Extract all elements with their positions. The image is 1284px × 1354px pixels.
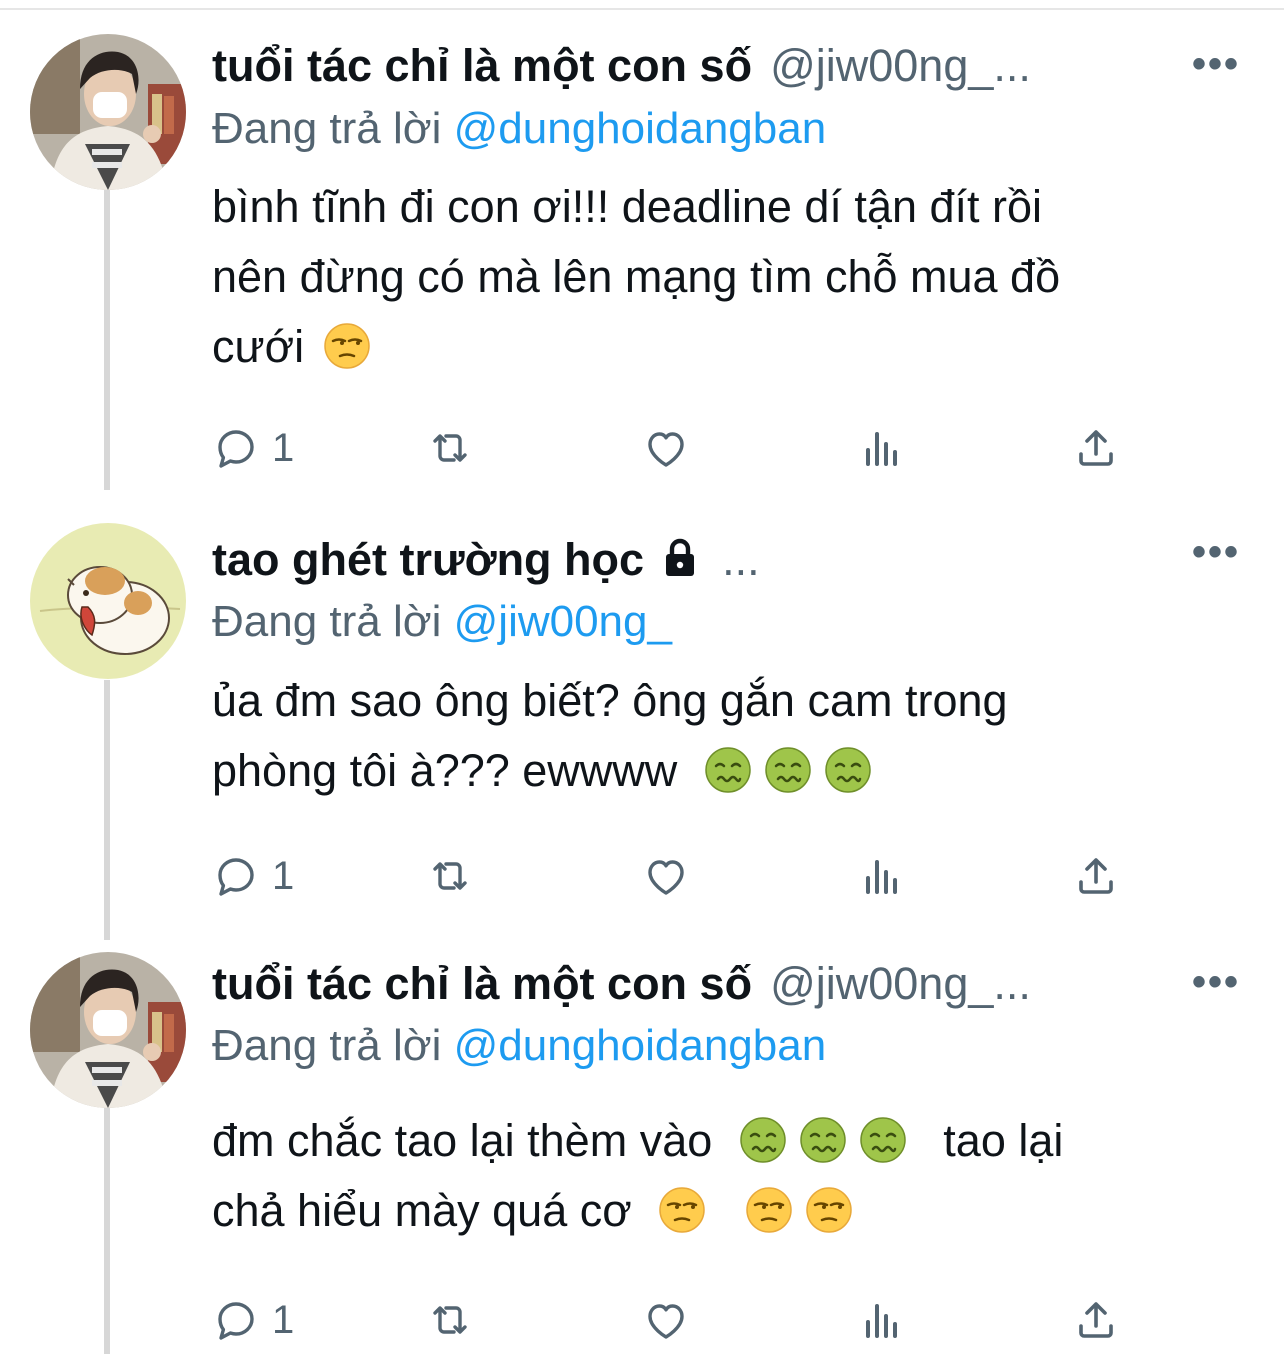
unamused-face-emoji	[745, 1186, 793, 1234]
analytics-button[interactable]	[858, 420, 906, 476]
retweet-icon	[426, 852, 474, 900]
display-name[interactable]: tuổi tác chỉ là một con số	[212, 40, 752, 92]
reply-count: 1	[272, 853, 295, 898]
tweet-text: bình tĩnh đi con ơi!!! deadline dí tận đ…	[212, 172, 1252, 382]
share-icon	[1072, 424, 1120, 472]
reply-icon	[212, 1296, 260, 1344]
avatar[interactable]	[30, 952, 186, 1108]
tweet-text-line: bình tĩnh đi con ơi!!! deadline dí tận đ…	[212, 181, 1043, 232]
action-bar: 1	[212, 848, 1172, 908]
mention-link[interactable]: @dunghoidangban	[454, 1021, 827, 1070]
tweet-text: ủa đm sao ông biết? ông gắn cam trong ph…	[212, 666, 1252, 806]
share-button[interactable]	[1072, 848, 1120, 904]
nauseated-face-emoji	[764, 746, 812, 794]
analytics-button[interactable]	[858, 848, 906, 904]
replying-to: Đang trả lời @dunghoidangban	[212, 104, 826, 154]
thread-line	[104, 190, 110, 490]
username-handle[interactable]: @jiw00ng_...	[770, 40, 1031, 92]
mention-link[interactable]: @dunghoidangban	[454, 104, 827, 153]
tweet-text: đm chắc tao lại thèm vào tao lại chả hiể…	[212, 1106, 1252, 1246]
action-bar: 1	[212, 1292, 1172, 1352]
replying-label: Đang trả lời	[212, 104, 442, 153]
thread-line	[104, 1108, 110, 1354]
reply-count: 1	[272, 425, 295, 470]
analytics-icon	[858, 1296, 906, 1344]
retweet-icon	[426, 424, 474, 472]
nauseated-face-emoji	[799, 1116, 847, 1164]
more-options-icon[interactable]: •••	[1192, 42, 1240, 87]
avatar[interactable]	[30, 523, 186, 679]
display-name[interactable]: tuổi tác chỉ là một con số	[212, 958, 752, 1010]
analytics-icon	[858, 852, 906, 900]
more-options-icon[interactable]: •••	[1192, 530, 1240, 575]
tweet-text-line: phòng tôi à??? ewwww	[212, 736, 1252, 806]
tweet-header: tao ghét trường học ...	[212, 530, 760, 590]
reply-button[interactable]: 1	[212, 848, 294, 904]
reply-button[interactable]: 1	[212, 420, 294, 476]
lock-icon	[656, 534, 704, 587]
more-options-icon[interactable]: •••	[1192, 960, 1240, 1005]
share-icon	[1072, 1296, 1120, 1344]
reply-button[interactable]: 1	[212, 1292, 294, 1348]
top-divider	[0, 8, 1284, 10]
share-icon	[1072, 852, 1120, 900]
tweet-header: tuổi tác chỉ là một con số @jiw00ng_...	[212, 36, 1031, 96]
tweet-header: tuổi tác chỉ là một con số @jiw00ng_...	[212, 954, 1031, 1014]
analytics-icon	[858, 424, 906, 472]
retweet-button[interactable]	[426, 1292, 474, 1348]
reply-count: 1	[272, 1297, 295, 1342]
analytics-button[interactable]	[858, 1292, 906, 1348]
username-handle[interactable]: ...	[722, 534, 760, 586]
tweet-text-line: cưới	[212, 312, 1252, 382]
like-icon	[642, 1296, 690, 1344]
nauseated-face-emoji	[704, 746, 752, 794]
reply-icon	[212, 852, 260, 900]
nauseated-face-emoji	[739, 1116, 787, 1164]
retweet-icon	[426, 1296, 474, 1344]
share-button[interactable]	[1072, 420, 1120, 476]
replying-to: Đang trả lời @dunghoidangban	[212, 1021, 826, 1071]
tweet-text-line: ủa đm sao ông biết? ông gắn cam trong	[212, 675, 1008, 726]
unamused-face-emoji	[658, 1186, 706, 1234]
like-icon	[642, 424, 690, 472]
replying-label: Đang trả lời	[212, 1021, 442, 1070]
replying-to: Đang trả lời @jiw00ng_	[212, 597, 672, 647]
unamused-face-emoji	[323, 322, 371, 370]
thread-line	[104, 680, 110, 940]
nauseated-face-emoji	[824, 746, 872, 794]
replying-label: Đang trả lời	[212, 597, 442, 646]
username-handle[interactable]: @jiw00ng_...	[770, 958, 1031, 1010]
unamused-face-emoji	[805, 1186, 853, 1234]
nauseated-face-emoji	[859, 1116, 907, 1164]
share-button[interactable]	[1072, 1292, 1120, 1348]
retweet-button[interactable]	[426, 420, 474, 476]
tweet-text-line: chả hiểu mày quá cơ	[212, 1176, 1252, 1246]
display-name[interactable]: tao ghét trường học	[212, 534, 644, 586]
like-button[interactable]	[642, 848, 690, 904]
reply-icon	[212, 424, 260, 472]
like-button[interactable]	[642, 1292, 690, 1348]
mention-link[interactable]: @jiw00ng_	[454, 597, 672, 646]
tweet-text-line: đm chắc tao lại thèm vào tao lại	[212, 1115, 1064, 1166]
like-button[interactable]	[642, 420, 690, 476]
tweet-text-line: nên đừng có mà lên mạng tìm chỗ mua đồ	[212, 251, 1061, 302]
action-bar: 1	[212, 420, 1172, 480]
like-icon	[642, 852, 690, 900]
avatar[interactable]	[30, 34, 186, 190]
retweet-button[interactable]	[426, 848, 474, 904]
